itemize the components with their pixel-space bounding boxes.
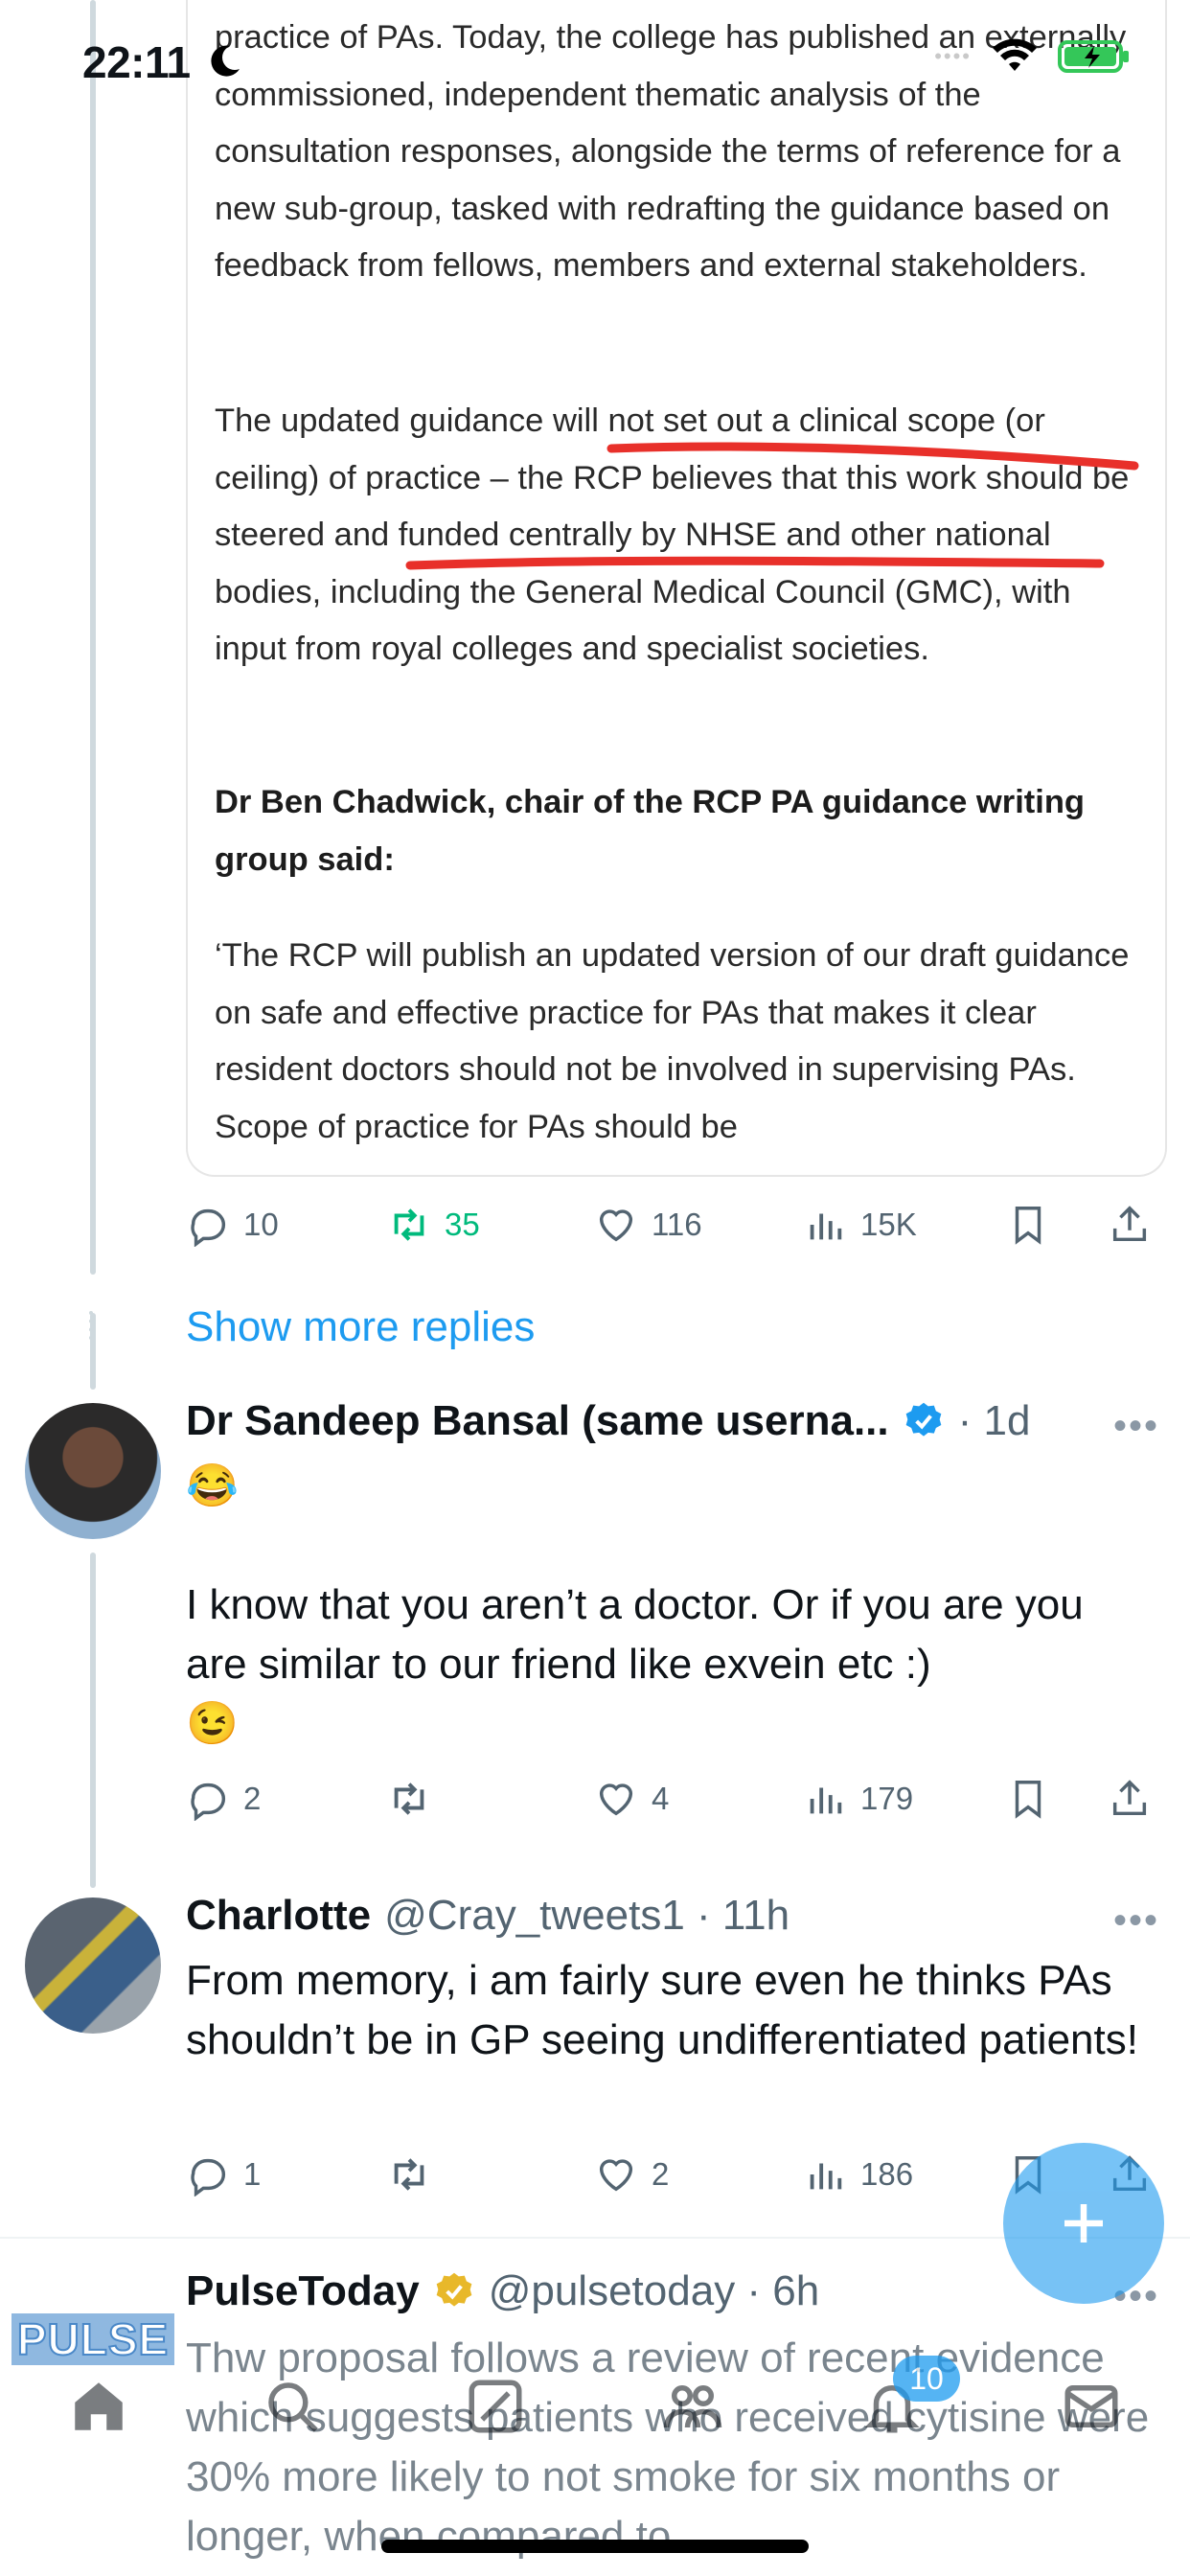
reply-count: 1 <box>243 2156 262 2192</box>
bottom-nav <box>0 2358 1190 2472</box>
like-count: 2 <box>652 2156 670 2192</box>
reply-button[interactable]: 1 <box>186 2152 387 2196</box>
share-button[interactable] <box>1108 1203 1152 1247</box>
repost-icon <box>394 2158 424 2191</box>
avatar[interactable] <box>25 1403 161 1539</box>
messages-icon[interactable] <box>1060 2375 1123 2438</box>
wifi-icon <box>993 38 1037 71</box>
share-icon <box>1112 1206 1147 1242</box>
like-count: 4 <box>652 1781 670 1816</box>
heart-icon <box>599 1209 633 1242</box>
share-icon <box>1112 1780 1147 1816</box>
tweet-text: From memory, i am fairly sure even he th… <box>186 1957 1138 2063</box>
reply-count: 2 <box>243 1781 262 1816</box>
like-button[interactable]: 2 <box>594 2152 803 2196</box>
tweet-header: Dr Sandeep Bansal (same userna... · 1d <box>186 1397 1106 1445</box>
reply-icon <box>191 1208 226 1247</box>
show-more-replies-link[interactable]: Show more replies <box>186 1303 535 1351</box>
tweet-time[interactable]: · 1d <box>958 1397 1031 1445</box>
bookmark-icon <box>1015 1781 1041 1819</box>
thread-line <box>90 0 96 1275</box>
embedded-article-image[interactable]: practice of PAs. Today, the college has … <box>186 0 1167 1177</box>
analytics-icon <box>810 1213 842 1240</box>
bookmark-button[interactable] <box>1006 1777 1108 1821</box>
status-icons: •••• <box>934 38 1131 75</box>
status-time: 22:11 <box>82 37 191 87</box>
compose-button[interactable] <box>1003 2143 1164 2304</box>
analytics-icon <box>810 1787 842 1814</box>
heart-icon <box>599 2159 633 2192</box>
handle-and-time[interactable]: @Cray_tweets1 · 11h <box>384 1892 790 1940</box>
reply-button[interactable]: 10 <box>186 1203 387 1247</box>
tweet-action-bar: 10 35 116 15K <box>186 1196 1163 1254</box>
verified-badge-icon <box>436 2272 472 2307</box>
views-count: 179 <box>860 1781 914 1816</box>
tweet-text: 😂 I know that you aren’t a doctor. Or if… <box>186 1457 1154 1754</box>
bookmark-icon <box>1015 1207 1041 1245</box>
repost-button[interactable]: 35 <box>387 1203 594 1247</box>
more-options-icon[interactable]: ••• <box>1113 1405 1159 1448</box>
communities-icon[interactable] <box>661 2375 724 2438</box>
plus-icon <box>1064 2204 1103 2242</box>
reply-button[interactable]: 2 <box>186 1777 387 1821</box>
red-underline-annotation <box>405 442 1139 570</box>
repost-icon <box>394 1208 424 1241</box>
views-button[interactable]: 186 <box>803 2152 1006 2196</box>
tweet-action-bar: 2 4 179 <box>186 1770 1163 1828</box>
views-button[interactable]: 15K <box>803 1203 1006 1247</box>
home-icon[interactable] <box>67 2375 130 2438</box>
reply-icon <box>191 2158 226 2196</box>
search-icon[interactable] <box>261 2375 324 2438</box>
display-name[interactable]: Charlotte <box>186 1892 371 1940</box>
display-name[interactable]: Dr Sandeep Bansal (same userna... <box>186 1397 889 1445</box>
tweet-text-line: I know that you aren’t a doctor. Or if y… <box>186 1581 1084 1688</box>
like-count: 116 <box>652 1207 702 1242</box>
handle-and-time[interactable]: @pulsetoday · 6h <box>489 2267 820 2315</box>
tweet-text-line: 😂 <box>186 1462 239 1509</box>
verified-badge-icon <box>905 1402 941 1437</box>
bookmark-button[interactable] <box>1006 1203 1108 1247</box>
repost-button[interactable] <box>387 2152 594 2196</box>
share-button[interactable] <box>1108 1777 1152 1821</box>
heart-icon <box>599 1783 633 1816</box>
grok-icon[interactable] <box>464 2375 527 2438</box>
repost-count: 35 <box>445 1207 480 1242</box>
analytics-icon <box>810 2163 842 2190</box>
reply-count: 10 <box>243 1207 279 1242</box>
tweet-text-line: 😉 <box>186 1700 239 1747</box>
views-button[interactable]: 179 <box>803 1777 1006 1821</box>
avatar[interactable] <box>25 1898 161 2034</box>
reply-icon <box>191 1782 226 1821</box>
display-name[interactable]: PulseToday <box>186 2267 420 2315</box>
moon-icon <box>211 45 240 77</box>
repost-button[interactable] <box>387 1777 594 1821</box>
more-options-icon[interactable]: ••• <box>1113 1899 1159 1943</box>
avatar[interactable]: PULSE <box>11 2313 175 2365</box>
signal-dots-icon: •••• <box>934 44 972 68</box>
like-button[interactable]: 116 <box>594 1203 803 1247</box>
repost-icon <box>394 1782 424 1815</box>
views-count: 15K <box>860 1207 917 1242</box>
views-count: 186 <box>860 2156 914 2192</box>
like-button[interactable]: 4 <box>594 1777 803 1821</box>
thread-line <box>90 1552 96 1888</box>
home-indicator <box>381 2540 809 2553</box>
battery-icon <box>1058 40 1129 73</box>
tweet-header: PulseToday @pulsetoday · 6h <box>186 2267 819 2315</box>
notifications-badge: 10 <box>893 2356 960 2402</box>
tweet-header: Charlotte @Cray_tweets1 · 11h <box>186 1892 790 1940</box>
thread-gap-dots <box>89 1311 101 1340</box>
